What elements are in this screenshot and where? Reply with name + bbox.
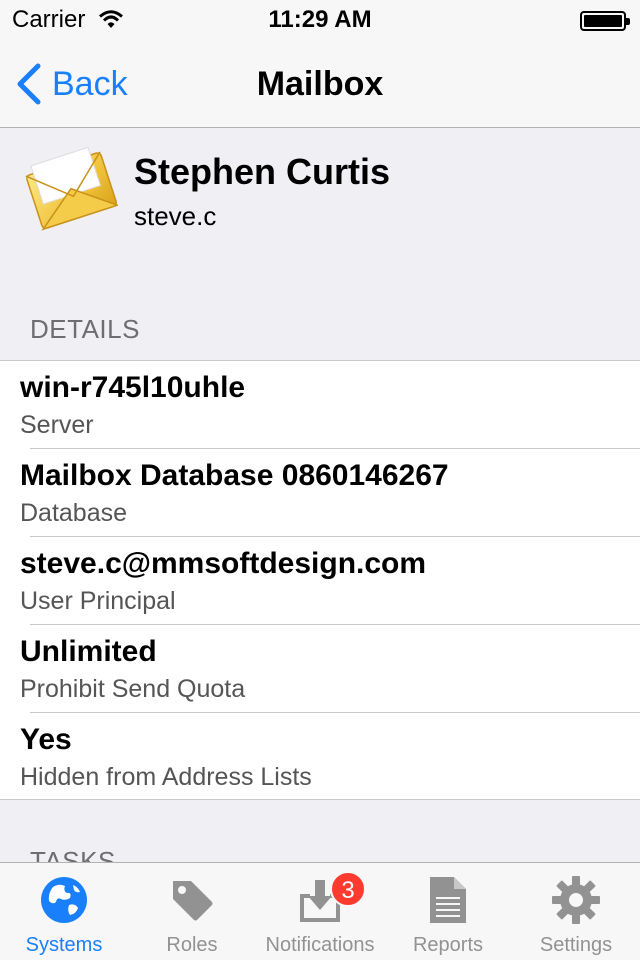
detail-label: Database bbox=[20, 499, 128, 527]
detail-value: steve.c@mmsoftdesign.com bbox=[20, 547, 427, 580]
tab-reports[interactable]: Reports bbox=[384, 863, 512, 960]
globe-icon bbox=[41, 877, 87, 923]
detail-row-server: win-r745l10uhle Server bbox=[0, 361, 640, 449]
tab-label: Roles bbox=[166, 934, 218, 956]
tab-systems[interactable]: Systems bbox=[0, 863, 128, 960]
notifications-badge: 3 bbox=[330, 871, 366, 907]
mailbox-header: Stephen Curtis steve.c bbox=[0, 129, 640, 299]
tab-bar: Systems Roles 3 Notifications Reports Se… bbox=[0, 862, 640, 960]
mailbox-alias: steve.c bbox=[134, 201, 217, 231]
detail-label: Hidden from Address Lists bbox=[20, 763, 312, 791]
detail-row-send-quota: Unlimited Prohibit Send Quota bbox=[0, 625, 640, 713]
detail-value: Yes bbox=[20, 723, 72, 756]
document-icon bbox=[430, 877, 466, 923]
envelope-icon bbox=[25, 146, 118, 231]
detail-row-database: Mailbox Database 0860146267 Database bbox=[0, 449, 640, 537]
detail-value: Unlimited bbox=[20, 635, 157, 668]
detail-label: Prohibit Send Quota bbox=[20, 675, 246, 703]
detail-row-user-principal: steve.c@mmsoftdesign.com User Principal bbox=[0, 537, 640, 625]
tab-label: Settings bbox=[539, 934, 613, 956]
detail-label: Server bbox=[20, 411, 94, 439]
mailbox-owner-name: Stephen Curtis bbox=[134, 151, 391, 192]
detail-value: Mailbox Database 0860146267 bbox=[20, 459, 449, 492]
navigation-bar: Back Mailbox bbox=[0, 40, 640, 128]
detail-value: win-r745l10uhle bbox=[20, 371, 246, 404]
status-time: 11:29 AM bbox=[268, 6, 372, 33]
tab-label: Notifications bbox=[265, 934, 375, 956]
tab-roles[interactable]: Roles bbox=[128, 863, 256, 960]
detail-row-hidden-from-lists: Yes Hidden from Address Lists bbox=[0, 713, 640, 801]
tab-label: Systems bbox=[25, 934, 103, 956]
gear-icon bbox=[552, 876, 600, 924]
tab-label: Reports bbox=[412, 934, 484, 956]
details-list: win-r745l10uhle Server Mailbox Database … bbox=[0, 360, 640, 800]
status-bar: Carrier 11:29 AM bbox=[0, 0, 640, 40]
tag-icon bbox=[173, 881, 213, 921]
battery-icon bbox=[580, 11, 630, 31]
detail-label: User Principal bbox=[20, 587, 176, 615]
tab-settings[interactable]: Settings bbox=[512, 863, 640, 960]
section-header-details: DETAILS bbox=[30, 314, 140, 344]
tab-notifications[interactable]: 3 Notifications bbox=[256, 863, 384, 960]
page-title: Mailbox bbox=[256, 65, 384, 103]
